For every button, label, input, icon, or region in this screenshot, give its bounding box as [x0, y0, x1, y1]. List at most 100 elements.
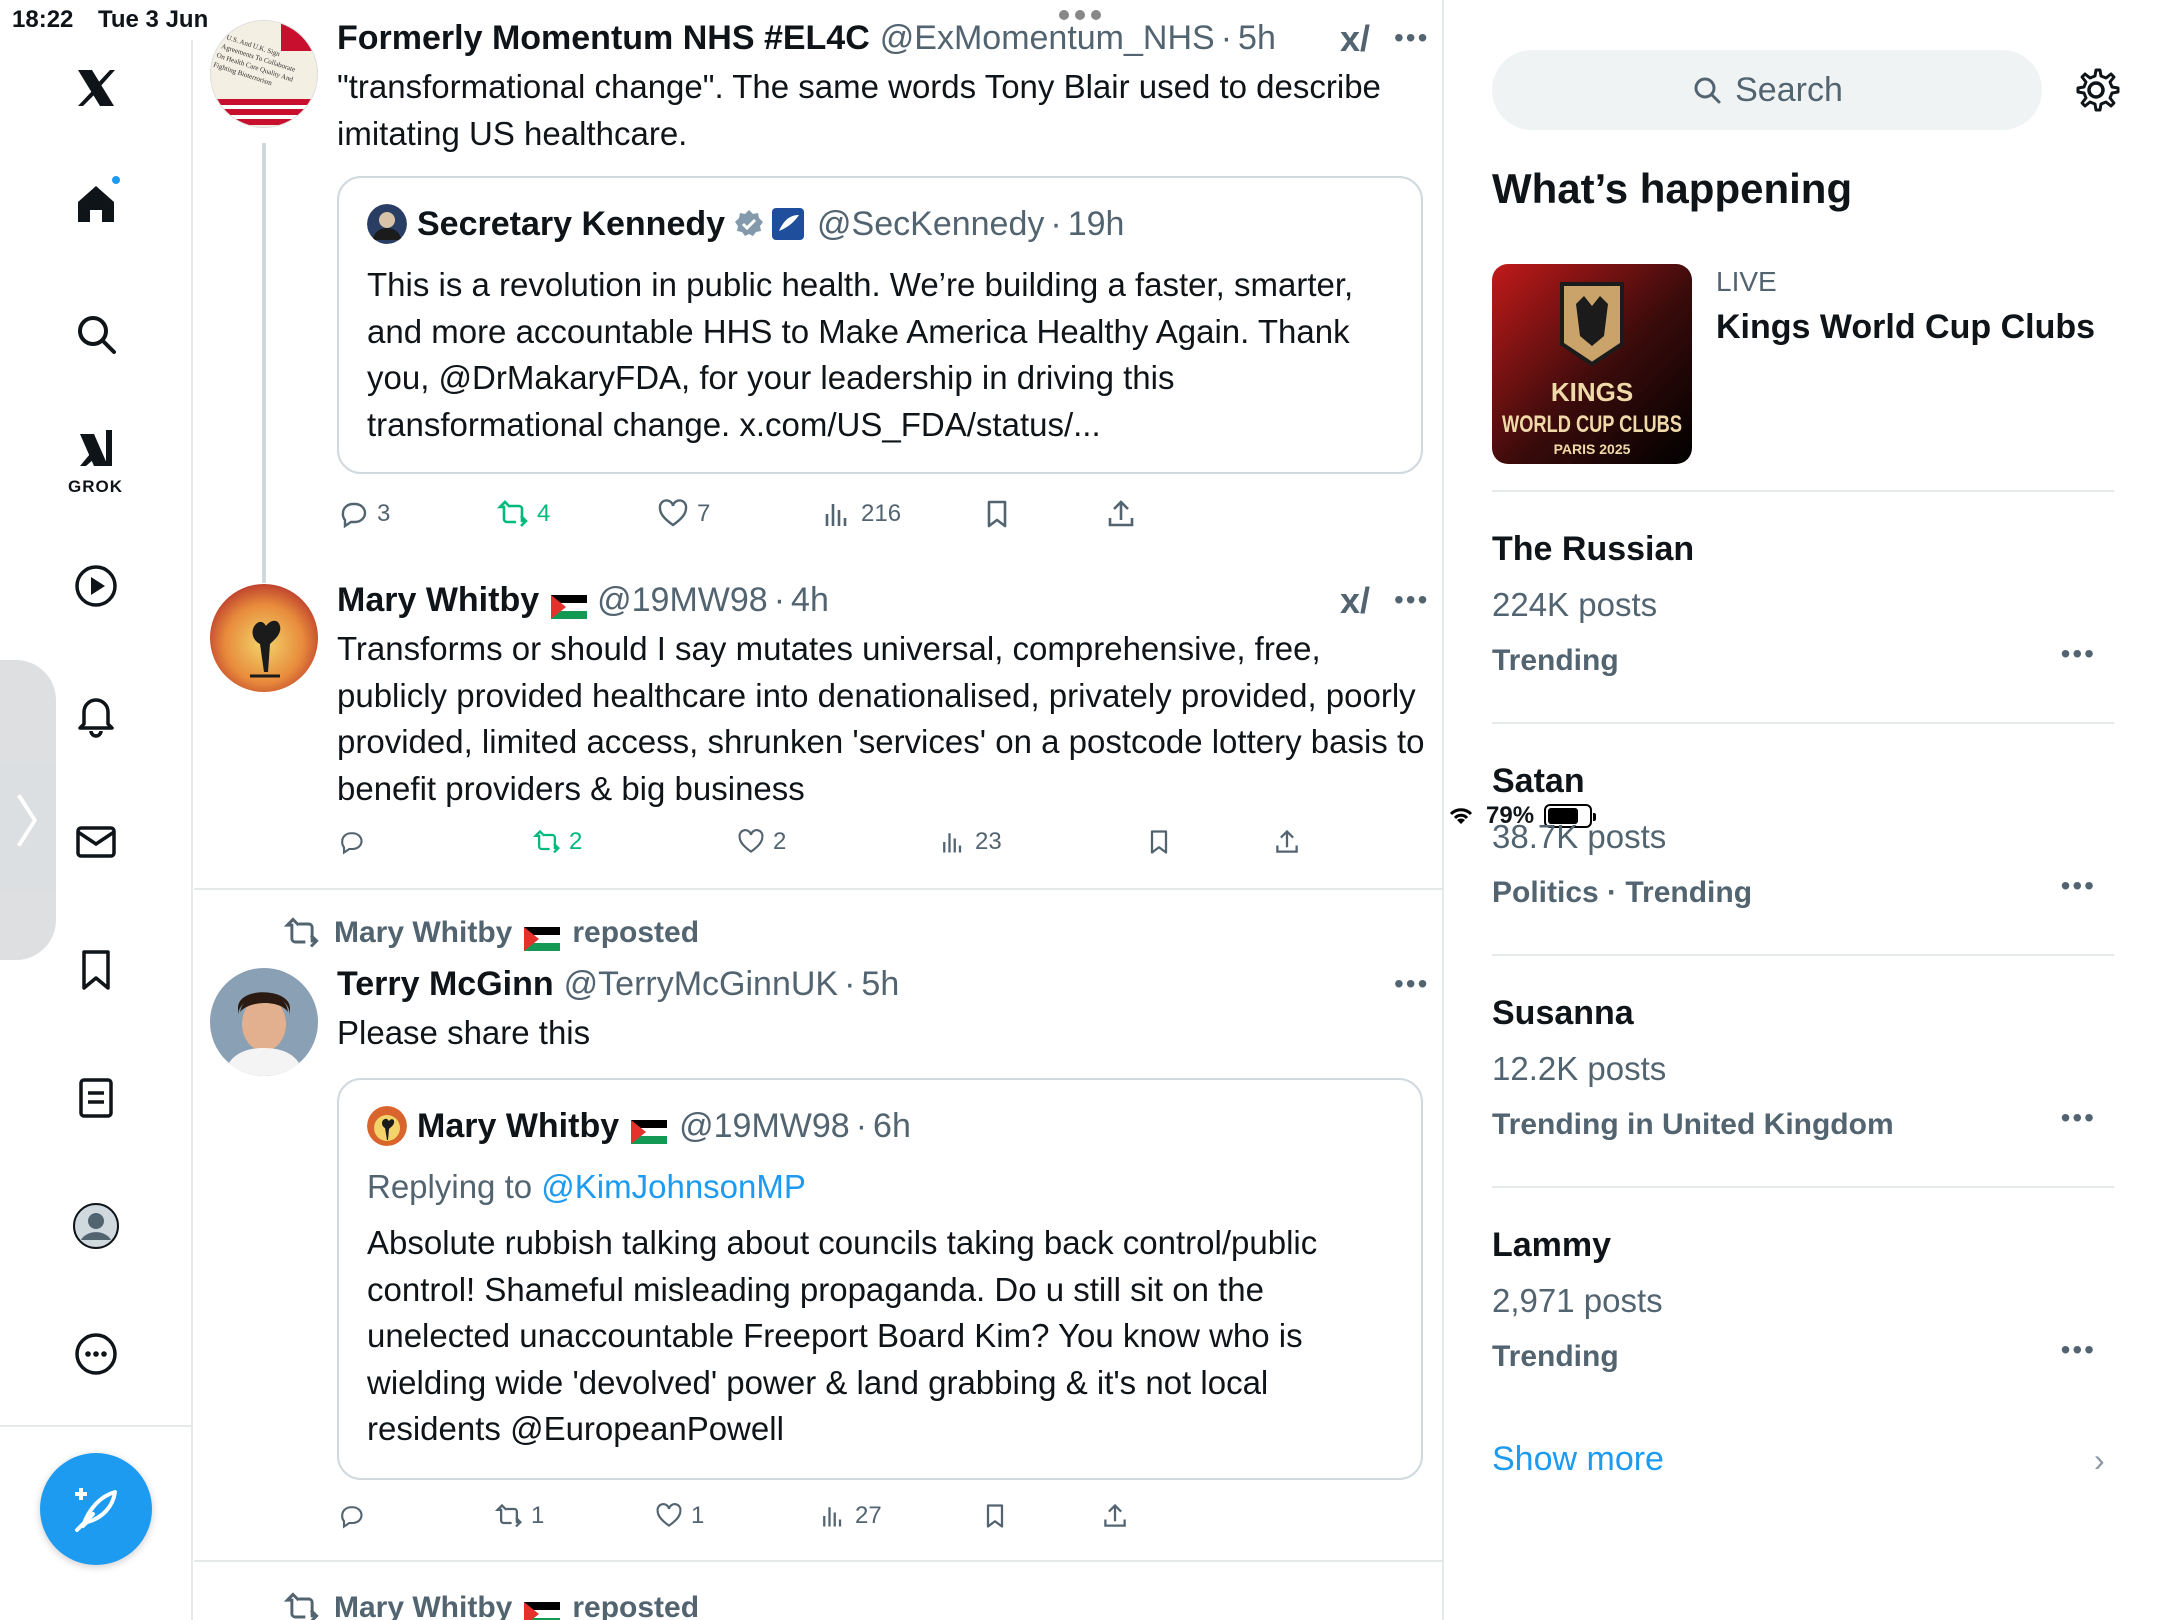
reply-button[interactable] [337, 1502, 373, 1530]
share-icon [1108, 500, 1134, 527]
share-button[interactable] [1101, 1502, 1129, 1530]
post-text: Transforms or should I say mutates unive… [337, 630, 1425, 807]
messages-mail-icon[interactable] [70, 816, 122, 868]
separator: · [773, 581, 786, 619]
replying-to-prefix: Replying to [367, 1168, 533, 1205]
post-more-icon[interactable]: ••• [1394, 22, 1429, 54]
notifications-bell-icon[interactable] [70, 688, 122, 740]
views-button[interactable]: 23 [939, 828, 1002, 856]
video-play-icon[interactable] [70, 560, 122, 612]
trend-more-icon[interactable]: ••• [2061, 1334, 2096, 1366]
palestine-flag-icon [631, 1114, 668, 1144]
trend-divider [1492, 490, 2114, 492]
quoted-author-handle[interactable]: @SecKennedy [817, 205, 1044, 244]
post-more-icon[interactable]: ••• [1394, 584, 1429, 616]
author-name[interactable]: Mary Whitby [337, 580, 539, 620]
lists-icon[interactable] [70, 1072, 122, 1124]
quoted-post-time[interactable]: 19h [1068, 205, 1125, 244]
repost-button[interactable]: 1 [495, 1502, 544, 1530]
views-button[interactable]: 216 [821, 498, 901, 530]
quoted-author-handle[interactable]: @19MW98 [679, 1107, 850, 1146]
like-button[interactable]: 2 [737, 828, 786, 856]
bookmark-icon [987, 500, 1007, 528]
grok-label[interactable]: GROK [68, 477, 123, 497]
trend-title: Satan [1492, 762, 1585, 800]
author-handle[interactable]: @19MW98 [597, 580, 768, 620]
repost-label: reposted [572, 1591, 700, 1620]
author-handle[interactable]: @TerryMcGinnUK [564, 964, 838, 1004]
explore-search-icon[interactable] [70, 308, 122, 360]
right-sidebar: Search What’s happening KINGS WORLD CUP … [1446, 0, 2160, 1620]
compose-feather-icon [75, 1488, 117, 1532]
quoted-post[interactable]: Secretary Kennedy @SecKennedy · 19h This… [337, 176, 1423, 474]
avatar[interactable]: U.S. And U.K. Sign Agreements To Collabor… [210, 20, 318, 128]
grok-icon[interactable] [70, 424, 122, 476]
reply-icon [341, 1506, 363, 1529]
compose-post-button[interactable] [40, 1453, 152, 1565]
bookmark-button[interactable] [981, 498, 1013, 530]
author-name[interactable]: Formerly Momentum NHS #EL4C [337, 18, 870, 58]
show-more-link[interactable]: Show more [1492, 1440, 1664, 1479]
post-time[interactable]: 4h [791, 580, 829, 620]
share-button[interactable] [1105, 498, 1137, 530]
post[interactable]: U.S. And U.K. Sign Agreements To Collabor… [194, 18, 1444, 583]
avatar[interactable] [210, 584, 318, 692]
like-button[interactable]: 7 [657, 498, 710, 530]
heart-icon [738, 829, 764, 853]
repost-indicator[interactable]: Mary Whitby reposted [284, 915, 699, 951]
live-title[interactable]: Kings World Cup Clubs [1716, 308, 2095, 347]
post-time[interactable]: 5h [861, 964, 899, 1004]
repost-icon [497, 500, 528, 527]
author-handle[interactable]: @ExMomentum_NHS [880, 18, 1215, 58]
whats-happening-heading: What’s happening [1492, 165, 1853, 212]
quoted-author-name[interactable]: Secretary Kennedy [417, 205, 725, 244]
post-text: "transformational change". The same word… [337, 68, 1381, 152]
nav-divider [0, 1425, 193, 1427]
repost-button[interactable]: 2 [533, 828, 582, 856]
repost-count: 4 [537, 500, 551, 527]
repost-indicator[interactable]: Mary Whitby reposted [284, 1590, 699, 1620]
search-input[interactable]: Search [1492, 50, 2042, 130]
like-button[interactable]: 1 [655, 1502, 704, 1530]
live-label: LIVE [1716, 266, 1777, 297]
bookmark-button[interactable] [1145, 828, 1173, 856]
post[interactable]: Mary Whitby @19MW98 · 4h Transforms or s… [194, 580, 1444, 880]
trend-count: 224K posts [1492, 586, 1658, 623]
post-time[interactable]: 5h [1238, 18, 1276, 58]
settings-gear-icon[interactable] [2072, 66, 2120, 114]
reply-to-mention-link[interactable]: @KimJohnsonMP [541, 1168, 806, 1205]
x-logo-icon[interactable] [70, 62, 122, 114]
reply-count: 3 [377, 500, 391, 527]
reply-button[interactable] [337, 828, 373, 856]
trend-meta: Trending in United Kingdom [1492, 1108, 1894, 1141]
post-divider [194, 1560, 1444, 1562]
trend-more-icon[interactable]: ••• [2061, 870, 2096, 902]
bookmarks-icon[interactable] [70, 944, 122, 996]
grok-explain-icon[interactable]: x/ [1340, 18, 1370, 60]
kings-world-cup-logo-image: KINGS WORLD CUP CLUBS PARIS 2025 [1492, 264, 1692, 464]
views-button[interactable]: 27 [819, 1502, 882, 1530]
repost-icon [284, 917, 319, 948]
bookmark-button[interactable] [981, 1502, 1009, 1530]
sidebar-handle[interactable]: 〉 [0, 660, 70, 960]
reply-button[interactable]: 3 [337, 498, 390, 530]
grok-explain-icon[interactable]: x/ [1340, 580, 1370, 622]
home-icon[interactable] [70, 174, 122, 230]
trend-more-icon[interactable]: ••• [2061, 638, 2096, 670]
post-more-icon[interactable]: ••• [1394, 968, 1429, 1000]
trend-more-icon[interactable]: ••• [2061, 1102, 2096, 1134]
post[interactable]: Terry McGinn @TerryMcGinnUK · 5h Please … [194, 964, 1444, 1544]
author-name[interactable]: Terry McGinn [337, 964, 554, 1004]
trend-meta: Politics · Trending [1492, 876, 1753, 909]
quoted-post[interactable]: Mary Whitby @19MW98 · 6h Replying to @Ki… [337, 1078, 1423, 1480]
quoted-post-time[interactable]: 6h [873, 1107, 911, 1146]
trend-divider [1492, 722, 2114, 724]
quoted-author-name[interactable]: Mary Whitby [417, 1107, 619, 1146]
profile-avatar-icon[interactable] [70, 1200, 122, 1252]
notification-dot [110, 174, 122, 186]
avatar[interactable] [210, 968, 318, 1076]
share-button[interactable] [1273, 828, 1301, 856]
repost-button[interactable]: 4 [497, 498, 550, 530]
more-options-icon[interactable] [70, 1328, 122, 1380]
separator: · [1220, 19, 1233, 57]
